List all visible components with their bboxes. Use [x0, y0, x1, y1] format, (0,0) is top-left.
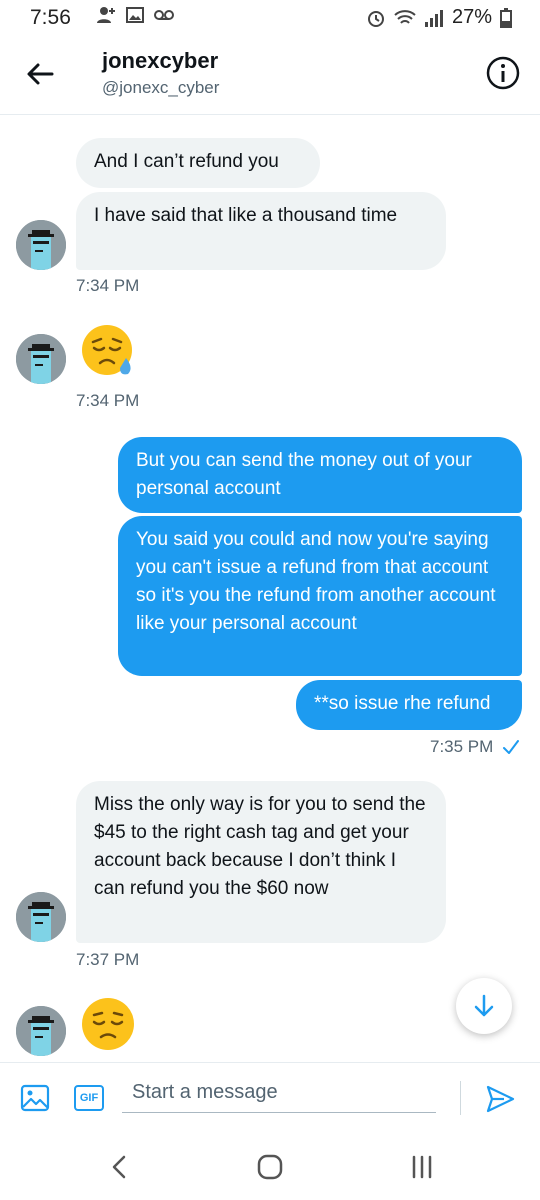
arrow-down-icon [474, 994, 494, 1017]
send-icon[interactable] [484, 1083, 516, 1115]
conversation-header: jonexcyber @jonexc_cyber [0, 36, 540, 115]
message-bubble-outgoing[interactable]: **so issue rhe refund [296, 680, 522, 730]
avatar[interactable] [16, 892, 66, 942]
message-timestamp: 7:34 PM [76, 276, 140, 295]
scroll-to-bottom-button[interactable] [456, 978, 512, 1034]
message-text: **so issue rhe refund [314, 693, 491, 714]
message-timestamp: 7:34 PM [76, 391, 140, 410]
pixel-avatar-icon [16, 334, 66, 384]
status-bar: 7:56 27% [0, 0, 540, 36]
avatar[interactable] [16, 220, 66, 270]
conversation-handle[interactable]: @jonexc_cyber [102, 78, 219, 98]
home-nav-icon[interactable] [256, 1154, 284, 1180]
message-text: Miss the only way is for you to send the… [94, 794, 426, 899]
message-bubble-incoming[interactable]: I have said that like a thousand time [76, 192, 446, 270]
message-composer: GIF Start a message [0, 1062, 540, 1137]
composer-divider [460, 1081, 461, 1115]
conversation-title[interactable]: jonexcyber [102, 48, 218, 74]
message-text: I have said that like a thousand time [94, 205, 398, 226]
message-input[interactable]: Start a message [122, 1079, 436, 1113]
status-right: 27% [366, 6, 512, 29]
image-icon[interactable] [20, 1083, 50, 1113]
system-nav-bar [0, 1136, 540, 1200]
battery-icon [500, 7, 512, 28]
info-icon[interactable] [486, 56, 520, 90]
message-input-placeholder: Start a message [132, 1081, 278, 1103]
sad-relieved-face-emoji[interactable] [80, 322, 138, 380]
checkmark-icon [503, 740, 519, 754]
gif-button[interactable]: GIF [74, 1085, 104, 1111]
message-bubble-outgoing[interactable]: You said you could and now you're saying… [118, 516, 522, 676]
notification-icons [96, 6, 174, 24]
person-add-icon [97, 7, 115, 23]
avatar[interactable] [16, 1006, 66, 1056]
battery-percent: 27% [451, 6, 492, 28]
message-text: You said you could and now you're saying… [136, 529, 496, 634]
message-text: But you can send the money out of your p… [136, 450, 472, 499]
back-nav-icon[interactable] [108, 1154, 130, 1180]
message-bubble-incoming[interactable]: And I can’t refund you [76, 138, 320, 188]
voicemail-icon [154, 10, 174, 20]
avatar[interactable] [16, 334, 66, 384]
wifi-icon [394, 9, 416, 24]
pixel-avatar-icon [16, 1006, 66, 1056]
gallery-icon [126, 7, 144, 23]
gif-label: GIF [79, 1092, 99, 1104]
message-text: And I can’t refund you [94, 151, 279, 172]
pixel-avatar-icon [16, 220, 66, 270]
status-time: 7:56 [30, 6, 71, 29]
arrow-left-icon[interactable] [24, 58, 56, 90]
message-timestamp: 7:35 PM [430, 737, 494, 756]
signal-icon [424, 9, 443, 27]
alarm-icon [367, 10, 384, 27]
message-bubble-outgoing[interactable]: But you can send the money out of your p… [118, 437, 522, 513]
message-bubble-incoming[interactable]: Miss the only way is for you to send the… [76, 781, 446, 943]
recents-nav-icon[interactable] [410, 1154, 434, 1180]
message-timestamp: 7:37 PM [76, 950, 140, 969]
pixel-avatar-icon [16, 892, 66, 942]
pensive-face-emoji[interactable] [80, 996, 138, 1054]
